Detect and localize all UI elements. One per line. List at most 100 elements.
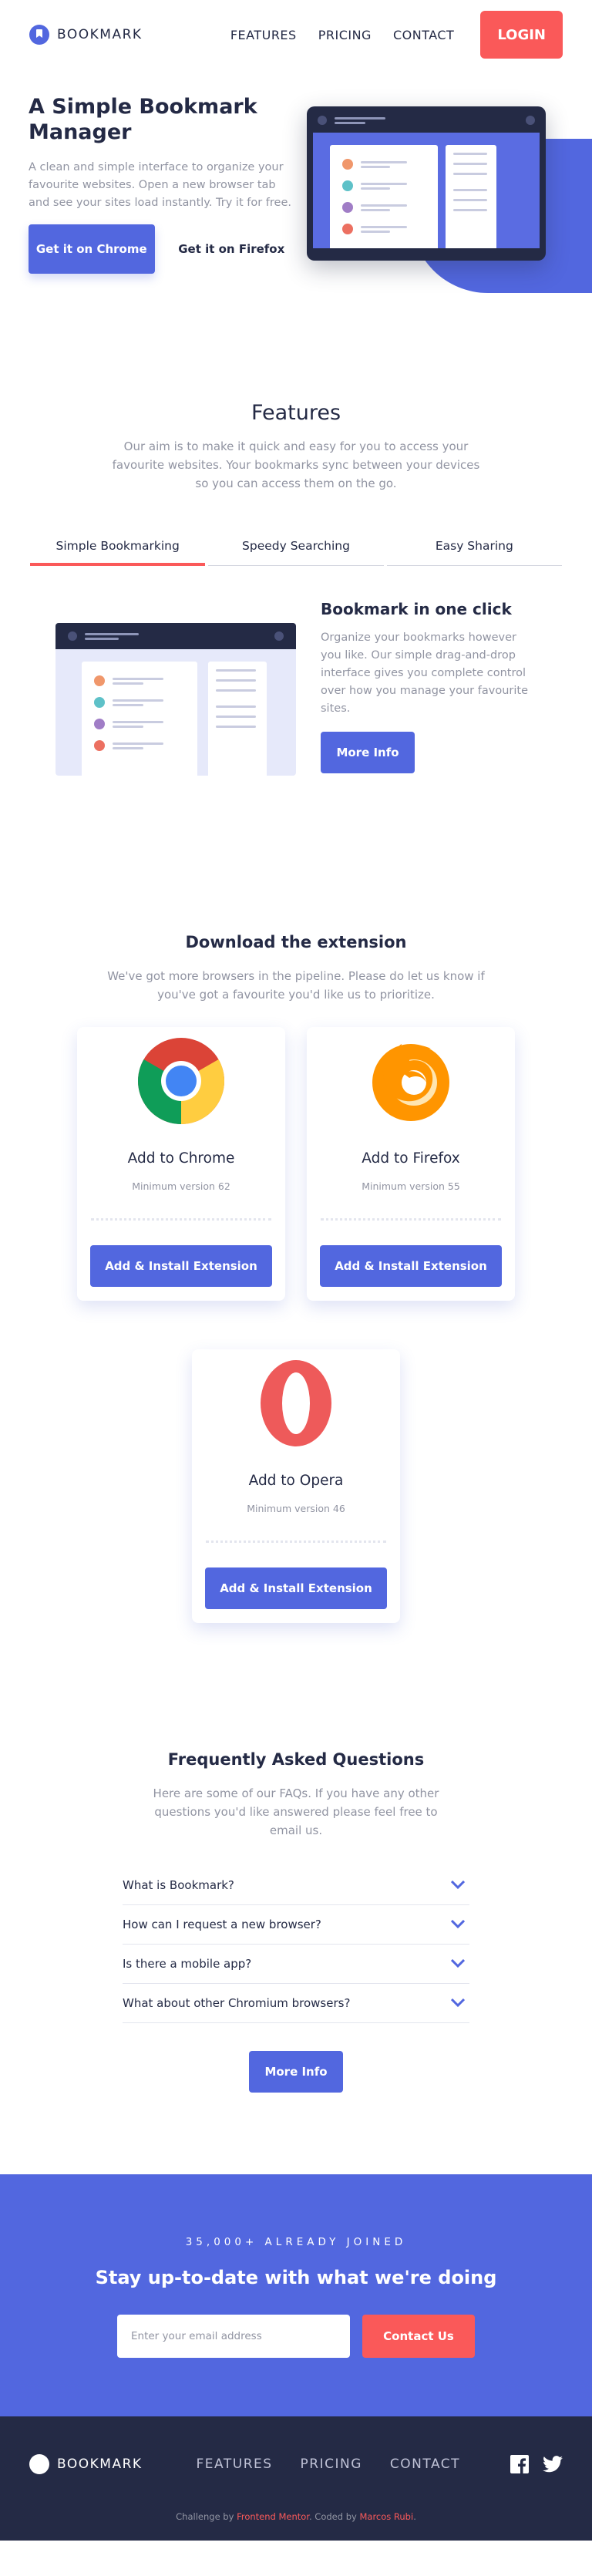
faq-question: Is there a mobile app?: [123, 1957, 252, 1971]
download-title: Download the extension: [185, 933, 407, 951]
hero-illustration: [307, 106, 546, 261]
footer-logo-text: BOOKMARK: [57, 2456, 143, 2472]
chevron-down-icon: [451, 1881, 465, 1890]
attribution-link-author[interactable]: Marcos Rubi: [359, 2511, 413, 2522]
attribution-text: . Coded by: [309, 2511, 360, 2522]
facebook-icon[interactable]: [510, 2455, 529, 2473]
bookmark-logo-icon: [29, 25, 49, 45]
illustration-titlebar: [313, 113, 540, 128]
chevron-down-icon: [451, 1920, 465, 1929]
faq-description: Here are some of our FAQs. If you have a…: [153, 1786, 439, 1837]
login-button[interactable]: LOGIN: [480, 11, 563, 59]
extension-card-firefox: Add to Firefox Minimum version 55 Add & …: [307, 1027, 515, 1301]
bookmark-logo-icon: [29, 2454, 49, 2474]
illustration-dot: [274, 631, 284, 641]
tab-easy-sharing[interactable]: Easy Sharing: [386, 528, 562, 566]
install-chrome-button[interactable]: Add & Install Extension: [90, 1245, 272, 1287]
footer: BOOKMARK FEATURES PRICING CONTACT Challe…: [0, 2416, 592, 2541]
card-title: Add to Firefox: [362, 1150, 460, 1167]
faq-item[interactable]: Is there a mobile app?: [123, 1945, 469, 1984]
get-chrome-button[interactable]: Get it on Chrome: [29, 224, 155, 274]
illustration-panel: [446, 145, 496, 248]
install-firefox-button[interactable]: Add & Install Extension: [320, 1245, 502, 1287]
hero-text: A Simple Bookmark Manager A clean and si…: [29, 94, 294, 274]
illustration-line: [335, 116, 385, 120]
faq-item[interactable]: What is Bookmark?: [123, 1866, 469, 1905]
feature-tabs: Simple Bookmarking Speedy Searching Easy…: [30, 528, 562, 566]
feature-panel: Bookmark in one click Organize your book…: [0, 595, 592, 819]
feature-title: Bookmark in one click: [321, 600, 512, 618]
card-divider: [91, 1218, 271, 1221]
faq-section: Frequently Asked Questions Here are some…: [0, 1659, 592, 2093]
cta-title: Stay up-to-date with what we're doing: [95, 2267, 497, 2288]
get-firefox-button[interactable]: Get it on Firefox: [168, 224, 294, 274]
attribution-link-frontend-mentor[interactable]: Frontend Mentor: [237, 2511, 309, 2522]
card-version: Minimum version 62: [132, 1180, 230, 1192]
footer-link-contact[interactable]: CONTACT: [390, 2456, 460, 2472]
features-section: Features Our aim is to make it quick and…: [0, 324, 592, 819]
faq-question: What about other Chromium browsers?: [123, 1996, 351, 2010]
illustration-dot: [318, 116, 327, 125]
newsletter-form: Contact Us: [0, 2315, 592, 2358]
extension-card-chrome: Add to Chrome Minimum version 62 Add & I…: [77, 1027, 285, 1301]
footer-link-features[interactable]: FEATURES: [197, 2456, 273, 2472]
email-field[interactable]: [117, 2315, 350, 2358]
newsletter-section: 35,000+ ALREADY JOINED Stay up-to-date w…: [0, 2174, 592, 2416]
card-version: Minimum version 55: [362, 1180, 460, 1192]
extension-card-opera: Add to Opera Minimum version 46 Add & In…: [192, 1349, 400, 1623]
hero-description: A clean and simple interface to organize…: [29, 161, 291, 209]
footer-link-pricing[interactable]: PRICING: [301, 2456, 362, 2472]
footer-links: FEATURES PRICING CONTACT: [197, 2456, 461, 2472]
card-title: Add to Opera: [248, 1473, 344, 1489]
illustration-line: [335, 121, 365, 124]
features-description: Our aim is to make it quick and easy for…: [112, 439, 480, 490]
logo-text: BOOKMARK: [57, 27, 143, 42]
illustration-dot: [68, 631, 77, 641]
tab-simple-bookmarking[interactable]: Simple Bookmarking: [30, 528, 206, 566]
extension-cards: Add to Chrome Minimum version 62 Add & I…: [0, 1027, 592, 1659]
chevron-down-icon: [451, 1959, 465, 1968]
faq-list: What is Bookmark? How can I request a ne…: [123, 1866, 469, 2023]
faq-item[interactable]: What about other Chromium browsers?: [123, 1984, 469, 2023]
nav-link-features[interactable]: FEATURES: [230, 28, 297, 42]
illustration-titlebar: [56, 623, 296, 649]
install-opera-button[interactable]: Add & Install Extension: [205, 1567, 387, 1609]
feature-description: Organize your bookmarks however you like…: [321, 631, 528, 715]
brand-logo[interactable]: BOOKMARK: [29, 25, 143, 45]
attribution-text: .: [413, 2511, 416, 2522]
faq-question: How can I request a new browser?: [123, 1918, 321, 1931]
nav-link-contact[interactable]: CONTACT: [393, 28, 454, 42]
tab-speedy-searching[interactable]: Speedy Searching: [208, 528, 384, 566]
chrome-logo-icon: [138, 1038, 224, 1124]
attribution-text: Challenge by: [176, 2511, 237, 2522]
social-links: [510, 2455, 563, 2473]
faq-item[interactable]: How can I request a new browser?: [123, 1905, 469, 1945]
feature-text: Bookmark in one click Organize your book…: [321, 600, 536, 773]
card-divider: [206, 1541, 386, 1543]
faq-title: Frequently Asked Questions: [167, 1750, 425, 1769]
twitter-icon[interactable]: [543, 2456, 563, 2473]
faq-more-info-button[interactable]: More Info: [249, 2051, 343, 2093]
download-section: Download the extension We've got more br…: [0, 819, 592, 1659]
nav-link-pricing[interactable]: PRICING: [318, 28, 372, 42]
cta-kicker: 35,000+ ALREADY JOINED: [185, 2236, 407, 2248]
chevron-down-icon: [451, 1999, 465, 2008]
feature-more-info-button[interactable]: More Info: [321, 732, 415, 773]
illustration-dot: [526, 116, 535, 125]
card-divider: [321, 1218, 501, 1221]
hero-actions: Get it on Chrome Get it on Firefox: [29, 224, 294, 274]
footer-logo[interactable]: BOOKMARK: [29, 2454, 143, 2474]
card-version: Minimum version 46: [247, 1503, 345, 1514]
features-title: Features: [251, 401, 341, 425]
card-title: Add to Chrome: [127, 1150, 235, 1167]
download-description: We've got more browsers in the pipeline.…: [107, 969, 485, 1002]
faq-question: What is Bookmark?: [123, 1878, 234, 1892]
firefox-logo-icon: [372, 1044, 449, 1121]
illustration-panel: [330, 145, 438, 248]
hero-title: A Simple Bookmark Manager: [29, 95, 257, 144]
feature-illustration: [56, 623, 296, 776]
illustration-screen: [313, 133, 540, 248]
contact-us-button[interactable]: Contact Us: [362, 2315, 475, 2358]
opera-logo-icon: [261, 1360, 331, 1446]
hero-section: A Simple Bookmark Manager A clean and si…: [0, 69, 592, 324]
